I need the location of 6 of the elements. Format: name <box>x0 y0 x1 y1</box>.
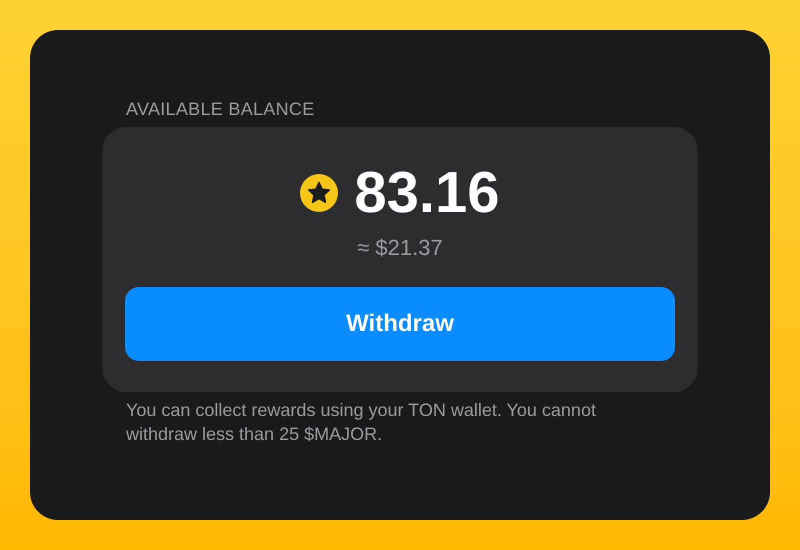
info-text: You can collect rewards using your TON wallet. You cannot withdraw less than 25 $MAJOR. <box>126 399 597 446</box>
withdraw-button[interactable]: Withdraw <box>125 287 675 361</box>
balance-amount: 83.16 <box>354 161 500 225</box>
fiat-value: ≈ $21.37 <box>357 235 443 261</box>
star-coin-icon <box>300 174 338 212</box>
section-label: AVAILABLE BALANCE <box>126 98 316 120</box>
